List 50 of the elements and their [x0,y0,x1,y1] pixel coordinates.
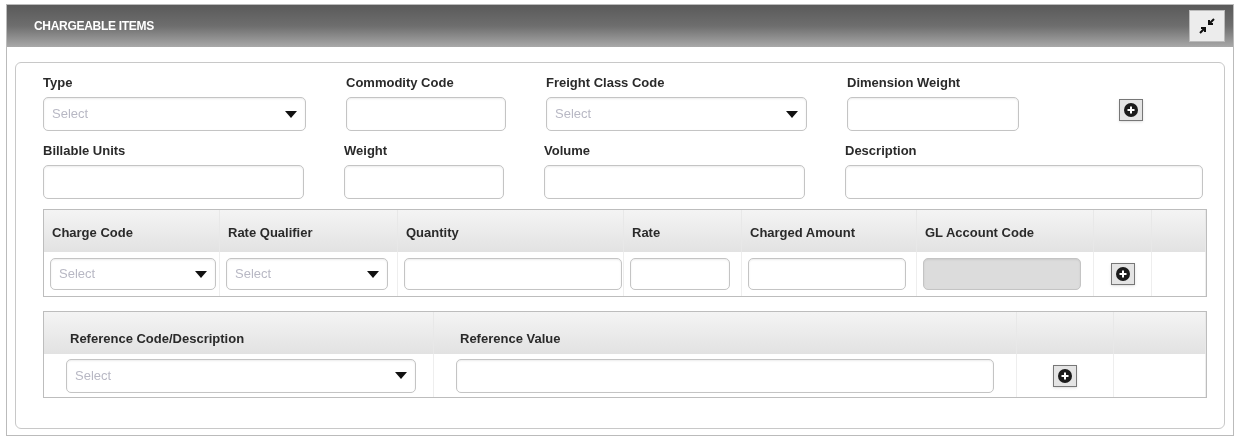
select-dropdown[interactable]: Select [546,97,807,131]
add-button[interactable] [1119,99,1143,121]
field-label: Description [845,142,918,159]
caret-icon [195,270,207,278]
input-field[interactable] [630,258,730,290]
caret-icon [395,372,407,379]
collapse-button[interactable] [1189,10,1225,42]
plus-circle-icon [1058,368,1072,383]
input-field[interactable] [404,258,622,290]
field-label: Commodity Code [346,74,455,91]
input-field[interactable] [456,358,994,393]
column-header: Charge Code [52,225,133,240]
column-header: Charged Amount [750,225,855,240]
select-placeholder: Select [52,105,89,124]
field-label: Weight [344,142,389,159]
plus-circle-icon [1115,267,1130,281]
column-header: Rate [632,225,661,240]
column-header: GL Account Code [925,225,1035,240]
add-button[interactable] [1110,263,1135,285]
input-field[interactable] [748,258,906,290]
caret-icon [786,110,798,118]
column-header: Quantity [406,225,459,240]
select-dropdown[interactable]: Select [50,258,216,290]
input-field[interactable] [847,97,1019,131]
input-field[interactable] [346,97,506,131]
column-header: Reference Value [460,331,561,346]
select-dropdown[interactable]: Select [43,97,306,131]
input-field[interactable] [344,165,504,199]
field-label: Billable Units [43,142,127,159]
input-field[interactable] [845,165,1203,199]
caret-icon [285,110,297,118]
select-dropdown[interactable]: Select [226,258,388,290]
select-placeholder: Select [555,105,592,124]
input-field[interactable] [544,165,805,199]
panel-title: CHARGEABLE ITEMS [34,18,154,35]
select-placeholder: Select [75,366,112,385]
caret-icon [367,270,379,278]
input-field[interactable] [43,165,304,199]
field-label: Type [43,74,74,91]
select-placeholder: Select [59,265,96,284]
add-button[interactable] [1053,364,1077,387]
field-label: Freight Class Code [546,74,666,91]
column-header: Reference Code/Description [70,331,245,346]
field-label: Dimension Weight [847,74,962,91]
select-dropdown[interactable]: Select [66,358,416,393]
select-placeholder: Select [235,265,272,284]
column-header: Rate Qualifier [228,225,313,240]
field-label: Volume [544,142,591,159]
collapse-arrows-icon [1199,18,1215,34]
plus-circle-icon [1124,103,1138,117]
